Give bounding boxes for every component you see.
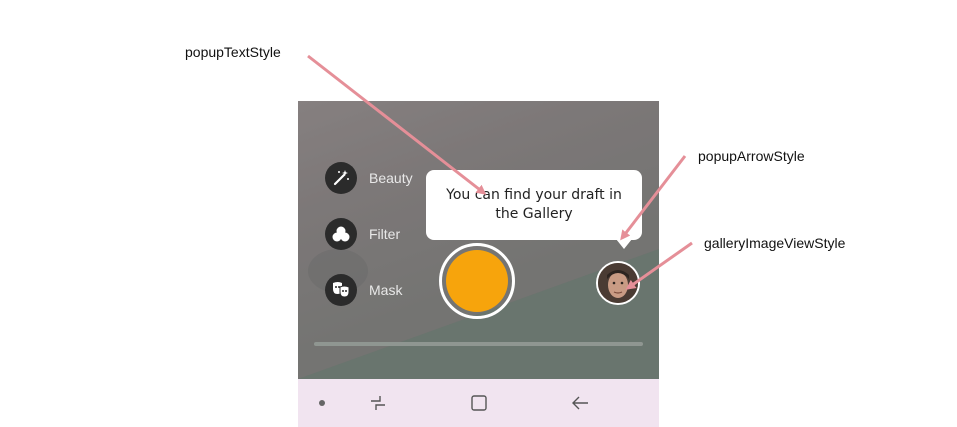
arrow-popup-arrow-style — [620, 155, 687, 241]
arrow-popup-text-style — [307, 54, 487, 195]
arrow-gallery-image-view-style — [625, 241, 693, 290]
annotation-arrows — [307, 54, 693, 290]
